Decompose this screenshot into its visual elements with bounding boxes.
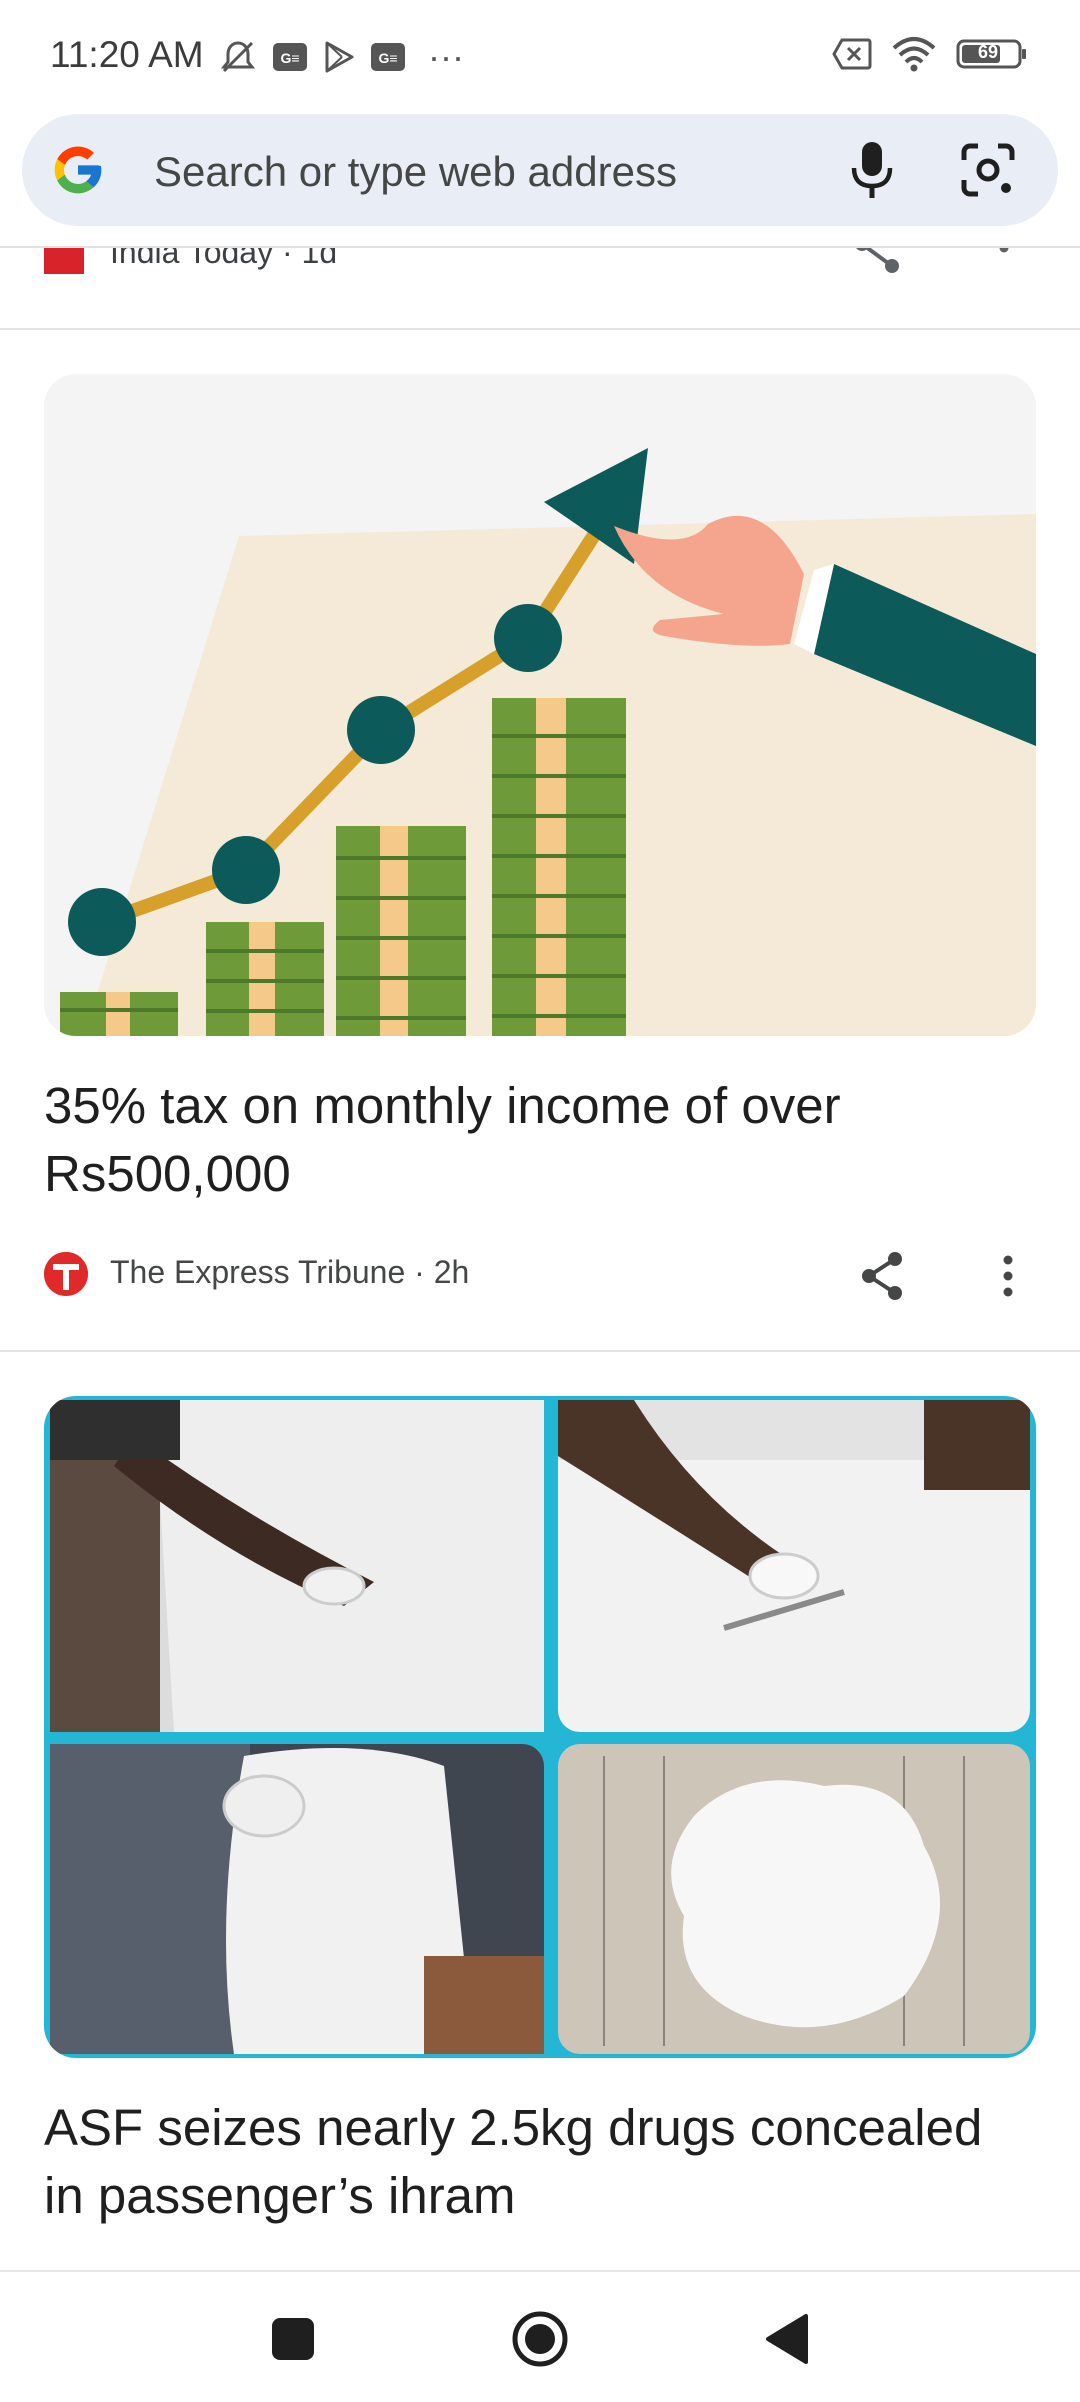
gmail-news-icon: G≡ [370,42,406,72]
money-stack [492,698,626,1036]
money-stack [60,992,178,1036]
google-g-icon [50,142,106,203]
share-icon[interactable] [852,248,906,279]
back-button[interactable] [752,2304,822,2374]
article-image-drug-seizure[interactable] [44,1396,1036,2058]
feed-divider [0,1350,1080,1352]
lens-icon[interactable] [958,140,1018,200]
previous-item-source: India Today · 1d [110,248,338,270]
play-store-icon [322,40,356,74]
article-title[interactable]: ASF seizes nearly 2.5kg drugs concealed … [44,2094,984,2230]
article-source: The Express Tribune · 2h [110,1254,470,1290]
more-notifications-indicator: ··· [428,36,464,77]
home-button[interactable] [505,2304,575,2374]
status-bar: 11:20 AM G≡ G≡ ··· 69 [0,0,1080,112]
wifi-icon [892,36,936,72]
article-image-growth-chart[interactable] [44,374,1036,1036]
mic-icon[interactable] [842,140,902,200]
express-tribune-logo [44,1252,88,1296]
search-placeholder[interactable]: Search or type web address [154,148,677,196]
svg-text:G≡: G≡ [280,50,299,66]
previous-feed-item[interactable]: TODAY India Today · 1d [0,248,1080,328]
feed-divider [0,328,1080,330]
india-today-logo: TODAY [44,248,84,274]
gmail-news-icon: G≡ [272,42,308,72]
money-stack [336,826,466,1036]
battery-level: 69 [978,42,999,62]
bell-muted-icon [218,37,258,77]
recents-button[interactable] [258,2304,328,2374]
share-icon[interactable] [852,1246,912,1306]
article-meta: The Express Tribune · 2h [44,1244,1036,1304]
svg-text:G≡: G≡ [378,50,397,66]
notification-icons: G≡ G≡ ··· [218,36,464,78]
article-title[interactable]: 35% tax on monthly income of over Rs500,… [44,1072,984,1208]
no-sim-icon [832,38,872,70]
navigation-bar [0,2270,1080,2402]
system-icons: 69 [832,36,1028,72]
more-options-icon[interactable] [978,1246,1038,1306]
battery-icon: 69 [956,38,1028,70]
status-time: 11:20 AM [50,34,204,75]
more-options-icon[interactable] [996,248,1012,269]
money-stack [206,922,324,1036]
search-box[interactable]: Search or type web address [22,114,1058,226]
